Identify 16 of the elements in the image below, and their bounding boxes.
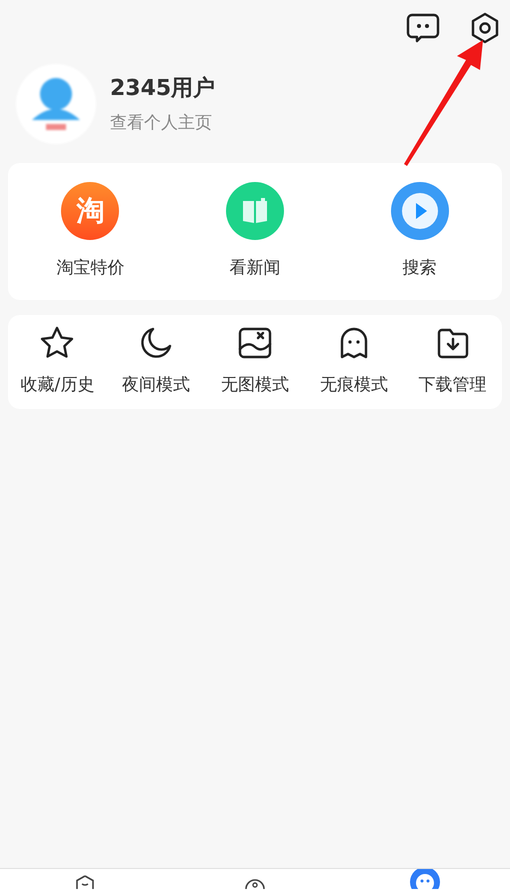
tool-item[interactable]: 下载管理 [403, 325, 502, 399]
taobao-icon: 淘 [61, 182, 120, 240]
tool-item[interactable]: 收藏/历史 [8, 325, 107, 399]
quick-action[interactable]: 淘 淘宝特价 [8, 182, 173, 282]
play-icon [390, 182, 449, 240]
message-icon[interactable] [406, 12, 440, 44]
tool-item[interactable]: 夜间模式 [106, 325, 206, 399]
settings-icon[interactable] [470, 12, 500, 44]
tool-item[interactable]: 无痕模式 [304, 325, 404, 399]
nav-tab-icon[interactable] [75, 875, 95, 889]
user-name: 2345用户 [110, 74, 216, 103]
quick-action[interactable]: 看新闻 [172, 182, 338, 282]
avatar-icon[interactable] [16, 64, 96, 144]
book-icon [226, 182, 284, 240]
tool-item[interactable]: 无图模式 [206, 325, 304, 399]
quick-action[interactable]: 搜索 [337, 182, 502, 282]
